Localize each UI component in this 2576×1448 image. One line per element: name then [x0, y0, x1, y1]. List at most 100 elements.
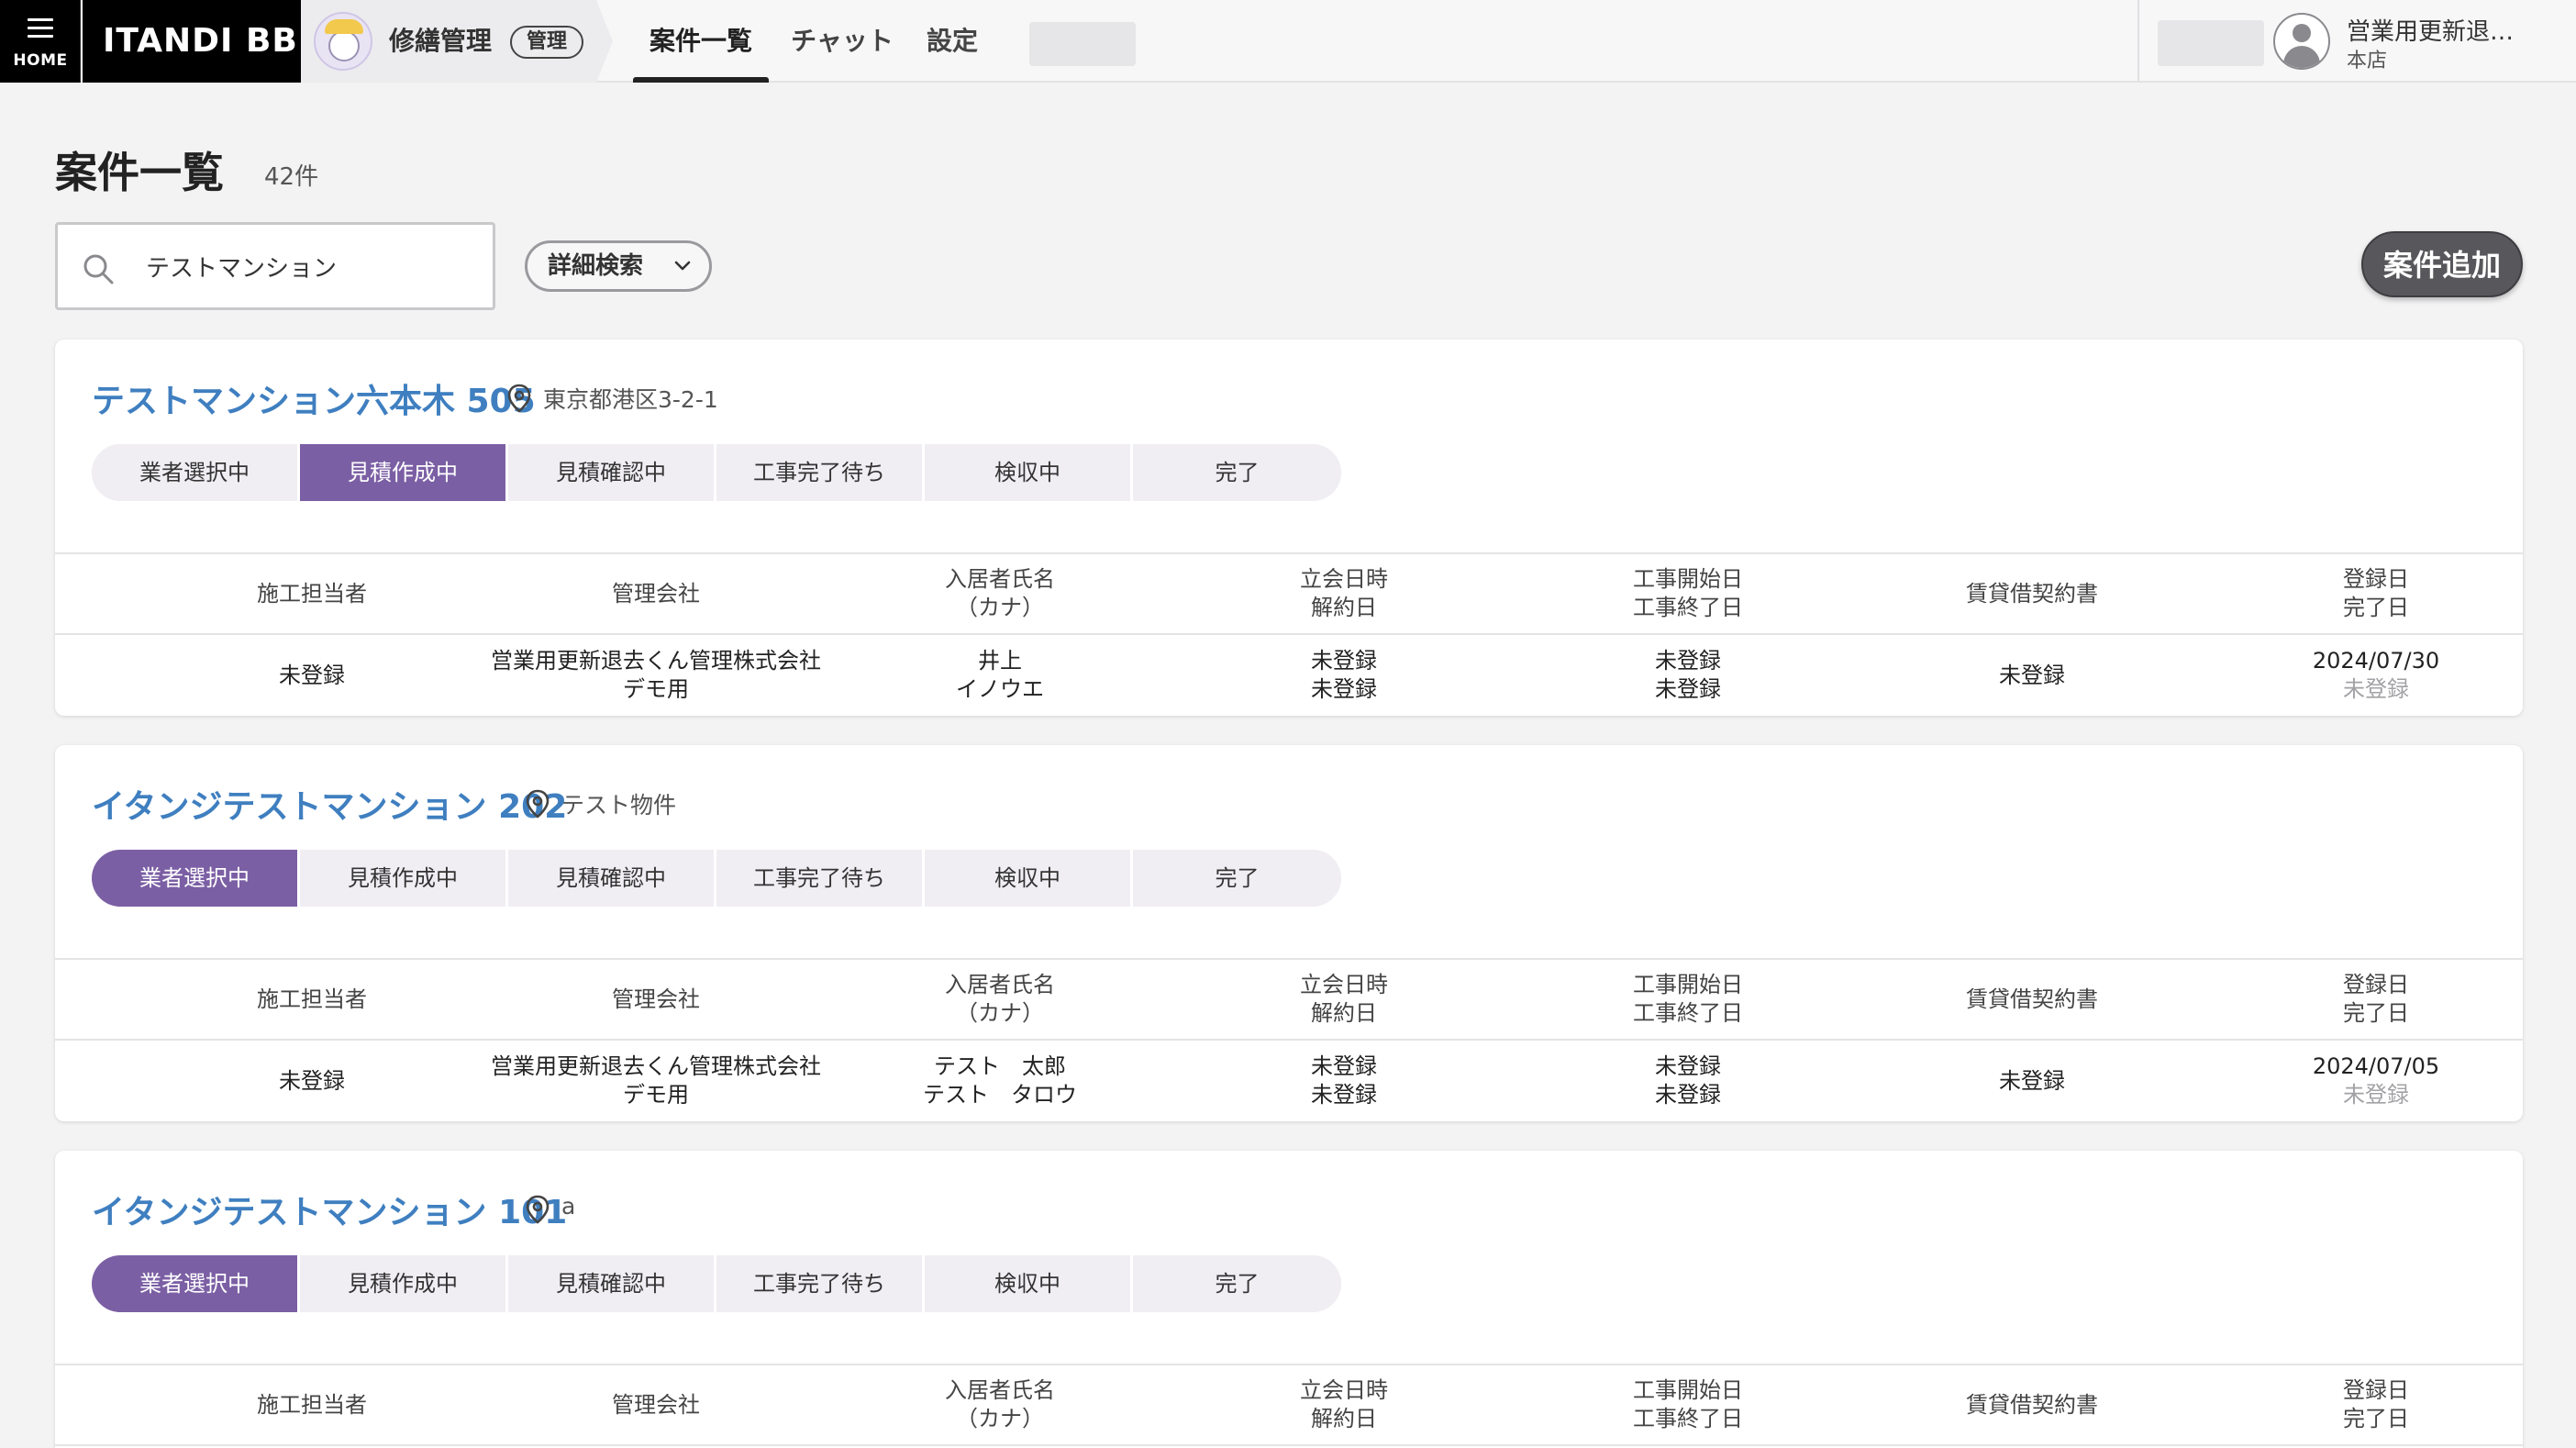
cell-inspection-date: 未登録 未登録 — [1311, 1053, 1377, 1108]
search-box — [55, 222, 495, 310]
case-card[interactable]: イタンジテストマンション 202 テスト物件 業者選択中 見積作成中 見積確認中… — [55, 745, 2523, 1121]
col-construction-dates: 工事開始日 工事終了日 — [1633, 972, 1743, 1026]
cell-tenant-name: 井上 イノウエ — [956, 648, 1044, 702]
tab-case-list[interactable]: 案件一覧 — [633, 0, 769, 83]
col-registered-date: 登録日 完了日 — [2343, 1377, 2409, 1431]
cell-lease-contract: 未登録 — [1999, 1067, 2065, 1094]
cell-management-company: 営業用更新退去くん管理株式会社 デモ用 — [491, 1053, 821, 1108]
col-management-company: 管理会社 — [612, 1391, 700, 1418]
col-lease-contract: 賃貸借契約書 — [1966, 580, 2098, 607]
case-title[interactable]: イタンジテストマンション 202 — [92, 780, 567, 828]
user-avatar-icon — [2273, 13, 2330, 70]
col-inspection-date: 立会日時 解約日 — [1300, 972, 1388, 1026]
table-row[interactable]: 未登録 営業用更新退去くん管理株式会社 デモ用 井上 イノウエ 未登録 未登録 未登録… — [55, 635, 2523, 716]
step-await-completion: 工事完了待ち — [716, 444, 922, 501]
col-construction-dates: 工事開始日 工事終了日 — [1633, 1377, 1743, 1431]
location-pin-icon — [526, 789, 550, 819]
case-count: 42件 — [264, 163, 319, 191]
col-management-company: 管理会社 — [612, 580, 700, 607]
cell-construction-dates: 未登録 未登録 — [1655, 648, 1721, 702]
col-contractor: 施工担当者 — [257, 580, 367, 607]
col-registered-date: 登録日 完了日 — [2343, 566, 2409, 620]
advanced-search-label: 詳細検索 — [548, 252, 644, 280]
search-icon — [83, 254, 114, 284]
step-inspection: 検収中 — [925, 444, 1130, 501]
step-estimate-create: 見積作成中 — [300, 850, 505, 907]
col-inspection-date: 立会日時 解約日 — [1300, 566, 1388, 620]
mascot-icon — [314, 12, 372, 71]
home-menu-button[interactable]: HOME — [0, 0, 81, 83]
location-pin-icon — [526, 1195, 550, 1224]
app-switcher[interactable]: 修繕管理 管理 — [301, 0, 613, 83]
cell-contractor: 未登録 — [279, 1067, 345, 1094]
page-title: 案件一覧 — [55, 148, 224, 197]
chevron-down-icon — [674, 261, 691, 271]
step-estimate-confirm: 見積確認中 — [508, 444, 714, 501]
top-bar: HOME ITANDI BB 修繕管理 管理 案件一覧 チャット 設定 営業用更… — [0, 0, 2576, 83]
cell-inspection-date: 未登録 未登録 — [1311, 648, 1377, 702]
app-role-badge: 管理 — [510, 26, 584, 59]
status-steps: 業者選択中 見積作成中 見積確認中 工事完了待ち 検収中 完了 — [92, 850, 1341, 907]
case-address: a — [561, 1193, 576, 1220]
step-estimate-confirm: 見積確認中 — [508, 850, 714, 907]
cell-management-company: 営業用更新退去くん管理株式会社 デモ用 — [491, 648, 821, 702]
app-title: 修繕管理 — [389, 26, 493, 56]
user-menu[interactable]: 営業用更新退… 本店 — [2137, 0, 2576, 83]
cell-registered-date: 2024/07/05 未登録 — [2312, 1053, 2440, 1108]
table-header: 施工担当者 管理会社 入居者氏名 （カナ） 立会日時 解約日 工事開始日 工事終了日 … — [55, 1364, 2523, 1446]
step-complete: 完了 — [1133, 1255, 1341, 1312]
cell-lease-contract: 未登録 — [1999, 662, 2065, 688]
case-address: テスト物件 — [561, 792, 677, 819]
case-title[interactable]: イタンジテストマンション 101 — [92, 1186, 567, 1233]
table-row[interactable]: 未登録 営業用更新退去くん管理株式会社 デモ用 テスト 太郎 テスト タロウ 未登録… — [55, 1041, 2523, 1121]
col-registered-date: 登録日 完了日 — [2343, 972, 2409, 1026]
step-complete: 完了 — [1133, 444, 1341, 501]
col-lease-contract: 賃貸借契約書 — [1966, 1391, 2098, 1418]
cell-construction-dates: 未登録 未登録 — [1655, 1053, 1721, 1108]
case-card[interactable]: イタンジテストマンション 101 a 業者選択中 見積作成中 見積確認中 工事完… — [55, 1151, 2523, 1448]
step-complete: 完了 — [1133, 850, 1341, 907]
col-inspection-date: 立会日時 解約日 — [1300, 1377, 1388, 1431]
case-card[interactable]: テストマンション六本木 505 東京都港区3-2-1 業者選択中 見積作成中 見… — [55, 340, 2523, 716]
col-tenant-name: 入居者氏名 （カナ） — [945, 566, 1055, 620]
cell-tenant-name: テスト 太郎 テスト タロウ — [923, 1053, 1077, 1108]
step-vendor-select: 業者選択中 — [92, 850, 297, 907]
col-contractor: 施工担当者 — [257, 1391, 367, 1418]
search-input[interactable] — [146, 225, 476, 307]
user-placeholder — [2158, 20, 2264, 66]
home-label: HOME — [13, 51, 68, 70]
tab-settings[interactable]: 設定 — [921, 0, 983, 83]
status-steps: 業者選択中 見積作成中 見積確認中 工事完了待ち 検収中 完了 — [92, 444, 1341, 501]
user-name: 営業用更新退… — [2347, 18, 2515, 46]
case-title[interactable]: テストマンション六本木 505 — [92, 374, 536, 422]
hamburger-icon — [28, 18, 53, 39]
col-contractor: 施工担当者 — [257, 986, 367, 1012]
cell-contractor: 未登録 — [279, 662, 345, 688]
status-steps: 業者選択中 見積作成中 見積確認中 工事完了待ち 検収中 完了 — [92, 1255, 1341, 1312]
col-construction-dates: 工事開始日 工事終了日 — [1633, 566, 1743, 620]
step-estimate-create: 見積作成中 — [300, 444, 505, 501]
brand-logo[interactable]: ITANDI BB — [83, 0, 301, 83]
case-address: 東京都港区3-2-1 — [543, 386, 718, 413]
advanced-search-button[interactable]: 詳細検索 — [525, 240, 712, 292]
user-branch: 本店 — [2347, 50, 2388, 72]
step-vendor-select: 業者選択中 — [92, 1255, 297, 1312]
col-lease-contract: 賃貸借契約書 — [1966, 986, 2098, 1012]
table-header: 施工担当者 管理会社 入居者氏名 （カナ） 立会日時 解約日 工事開始日 工事終了日 … — [55, 958, 2523, 1041]
col-tenant-name: 入居者氏名 （カナ） — [945, 972, 1055, 1026]
col-tenant-name: 入居者氏名 （カナ） — [945, 1377, 1055, 1431]
add-case-button[interactable]: 案件追加 — [2361, 231, 2523, 297]
step-await-completion: 工事完了待ち — [716, 850, 922, 907]
location-pin-icon — [507, 384, 531, 413]
col-management-company: 管理会社 — [612, 986, 700, 1012]
step-inspection: 検収中 — [925, 850, 1130, 907]
table-header: 施工担当者 管理会社 入居者氏名 （カナ） 立会日時 解約日 工事開始日 工事終了日 … — [55, 552, 2523, 635]
step-estimate-create: 見積作成中 — [300, 1255, 505, 1312]
tab-chat[interactable]: チャット — [789, 0, 895, 83]
step-await-completion: 工事完了待ち — [716, 1255, 922, 1312]
cell-registered-date: 2024/07/30 未登録 — [2312, 648, 2440, 702]
step-inspection: 検収中 — [925, 1255, 1130, 1312]
step-estimate-confirm: 見積確認中 — [508, 1255, 714, 1312]
nav-placeholder — [1029, 22, 1136, 66]
step-vendor-select: 業者選択中 — [92, 444, 297, 501]
